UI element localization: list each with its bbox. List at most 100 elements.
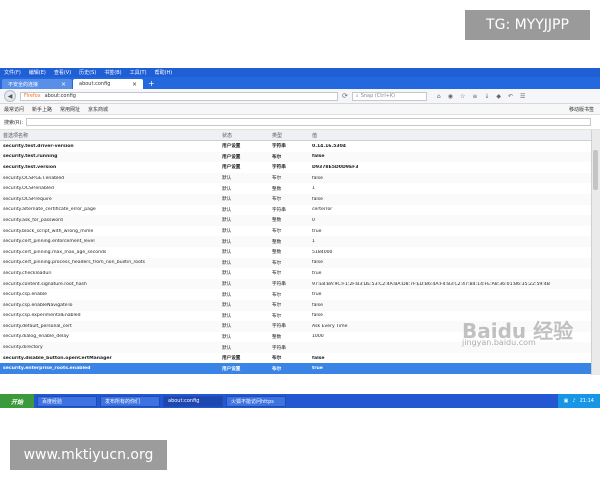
close-icon[interactable]: ×	[132, 81, 137, 88]
network-icon[interactable]: ▣	[564, 398, 569, 404]
menu-history[interactable]: 历史(S)	[79, 69, 96, 76]
scrollbar-thumb[interactable]	[593, 150, 598, 190]
undo-icon[interactable]: ↶	[508, 93, 513, 100]
cell-name: security.csp.enable	[3, 292, 48, 298]
cell-value: true	[312, 366, 323, 372]
cell-value: false	[312, 196, 323, 202]
cell-status: 默认	[222, 282, 232, 288]
cell-type: 布尔	[272, 356, 282, 362]
table-row[interactable]: security.test.running 用户设置 布尔 false	[0, 151, 600, 163]
url-text: about:config	[44, 93, 76, 99]
taskbar-item[interactable]: about:config	[163, 395, 223, 407]
start-button[interactable]: 开始	[0, 394, 34, 408]
table-row[interactable]: security.test.version 用户设置 字符串 D9378E5D0D9E…	[0, 162, 600, 173]
addon-icon[interactable]: ◆	[496, 93, 501, 100]
taskbar-item[interactable]: 百度经验	[37, 395, 97, 407]
table-row[interactable]: security.content.signature.root_hash 默认 字符…	[0, 278, 600, 290]
tab-insecure-connection[interactable]: 不安全的连接 ×	[2, 79, 72, 89]
table-row[interactable]: security.test.driver-version 用户设置 字符串 0.14.…	[0, 141, 600, 152]
menu-file[interactable]: 文件(F)	[4, 69, 21, 76]
header-value[interactable]: 值	[312, 132, 592, 139]
cell-status: 默认	[222, 239, 232, 245]
bookmark-mobile[interactable]: 移动版书签	[569, 106, 594, 113]
cell-type: 字符串	[272, 207, 286, 213]
search-input[interactable]: ⌕ Snap (Ctrl+K)	[351, 91, 427, 101]
menu-bookmarks[interactable]: 书签(B)	[104, 69, 121, 76]
toolbar-icons: ⌂ ◉ ☆ ≡ ↓ ◆ ↶ ☰	[437, 93, 526, 100]
table-row[interactable]: security.block_script_with_wrong_mime 默认 布…	[0, 226, 600, 237]
menu-edit[interactable]: 编辑(E)	[29, 69, 46, 76]
table-row[interactable]: security.OCSP.GET.enabled 默认 布尔 false	[0, 172, 600, 184]
table-row[interactable]: security.csp.enable 默认 布尔 true	[0, 289, 600, 300]
cell-type: 布尔	[272, 292, 282, 298]
cell-name: security.OCSP.enabled	[3, 186, 54, 192]
bookmark-common-sites[interactable]: 常用网址	[60, 106, 80, 113]
table-row[interactable]: security.disable_button.openCertManager 用…	[0, 353, 600, 364]
cell-status: 默认	[222, 260, 232, 266]
menu-view[interactable]: 查看(V)	[54, 69, 71, 76]
cell-status: 默认	[222, 176, 232, 182]
vertical-scrollbar[interactable]	[591, 130, 600, 375]
cell-name: security.OCSP.require	[3, 196, 52, 202]
cell-name: security.OCSP.GET.enabled	[3, 175, 65, 181]
new-tab-plus-icon[interactable]: +	[148, 79, 155, 89]
navigation-bar: ◀ Firefox about:config ⟳ ⌕ Snap (Ctrl+K)…	[0, 89, 600, 104]
table-row[interactable]: security.cert_pinning.process_headers_fr…	[0, 257, 600, 269]
star-icon[interactable]: ☆	[460, 93, 465, 100]
clock[interactable]: 21:14	[580, 398, 594, 404]
cell-status: 用户设置	[222, 165, 241, 171]
cell-status: 默认	[222, 292, 232, 298]
header-name[interactable]: 首选项名称	[0, 132, 222, 139]
cell-name: security.cert_pinning.max_max_age_second…	[3, 249, 107, 255]
table-row[interactable]: security.alternate_certificate_error_pag…	[0, 205, 600, 216]
table-row[interactable]: security.enterprise_roots.enabled 用户设置 布尔 t…	[0, 363, 600, 375]
volume-icon[interactable]: ♪	[572, 398, 575, 404]
cell-type: 布尔	[272, 154, 282, 160]
table-row[interactable]: security.csp.enableNavigateTo 默认 布尔 false	[0, 299, 600, 311]
table-row[interactable]: security.OCSP.require 默认 布尔 false	[0, 193, 600, 205]
taskbar: 开始 百度经验 发布所有的你们 about:config 火狐不能访问https…	[0, 394, 600, 408]
cell-status: 默认	[222, 345, 232, 351]
system-tray: ▣ ♪ 21:14	[557, 394, 600, 408]
cell-type: 字符串	[272, 282, 286, 288]
taskbar-item[interactable]: 发布所有的你们	[100, 395, 160, 407]
cell-name: security.content.signature.root_hash	[3, 281, 87, 287]
table-row[interactable]: security.OCSP.enabled 默认 整数 1	[0, 183, 600, 194]
filter-input[interactable]	[26, 118, 592, 126]
cell-name: security.checkloaduri	[3, 270, 52, 276]
bookmark-list-icon[interactable]: ≡	[472, 93, 477, 100]
bookmark-jd[interactable]: 京东商城	[88, 106, 108, 113]
header-type[interactable]: 类型	[272, 132, 312, 139]
menu-help[interactable]: 帮助(H)	[155, 69, 173, 76]
cell-type: 字符串	[272, 144, 286, 150]
cell-value: false	[312, 175, 323, 181]
table-row[interactable]: security.ask_for_password 默认 整数 0	[0, 215, 600, 226]
tab-about-config[interactable]: about:config ×	[73, 79, 143, 89]
cell-type: 整数	[272, 334, 282, 340]
table-row[interactable]: security.cert_pinning.max_max_age_second…	[0, 247, 600, 258]
close-icon[interactable]: ×	[61, 81, 66, 88]
taskbar-item[interactable]: 火狐不能访问https	[226, 395, 286, 407]
cell-value: 0.14.16.5304	[312, 143, 347, 149]
baidu-url-watermark: jingyan.baidu.com	[462, 338, 536, 347]
download-icon[interactable]: ↓	[484, 93, 489, 100]
cell-name: security.cert_pinning.process_headers_fr…	[3, 260, 146, 266]
url-bar[interactable]: Firefox about:config	[20, 91, 338, 101]
cell-type: 整数	[272, 218, 282, 224]
menu-icon[interactable]: ☰	[520, 93, 525, 100]
search-icon: ⌕	[355, 93, 359, 99]
cell-status: 用户设置	[222, 356, 241, 362]
home-icon[interactable]: ⌂	[437, 93, 441, 100]
bookmark-getting-started[interactable]: 新手上路	[32, 106, 52, 113]
table-row[interactable]: security.checkloaduri 默认 布尔 true	[0, 268, 600, 279]
cell-status: 用户设置	[222, 366, 241, 372]
cell-type: 整数	[272, 239, 282, 245]
search-placeholder: Snap (Ctrl+K)	[360, 93, 396, 99]
back-arrow-icon[interactable]: ◀	[4, 90, 16, 102]
table-row[interactable]: security.cert_pinning.enforcement_level 默…	[0, 236, 600, 247]
reload-icon[interactable]: ⟳	[342, 92, 348, 100]
screenshot-icon[interactable]: ◉	[448, 93, 453, 100]
bookmark-most-visited[interactable]: 最常访问	[4, 106, 24, 113]
menu-tools[interactable]: 工具(T)	[130, 69, 147, 76]
header-status[interactable]: 状态	[222, 132, 272, 139]
